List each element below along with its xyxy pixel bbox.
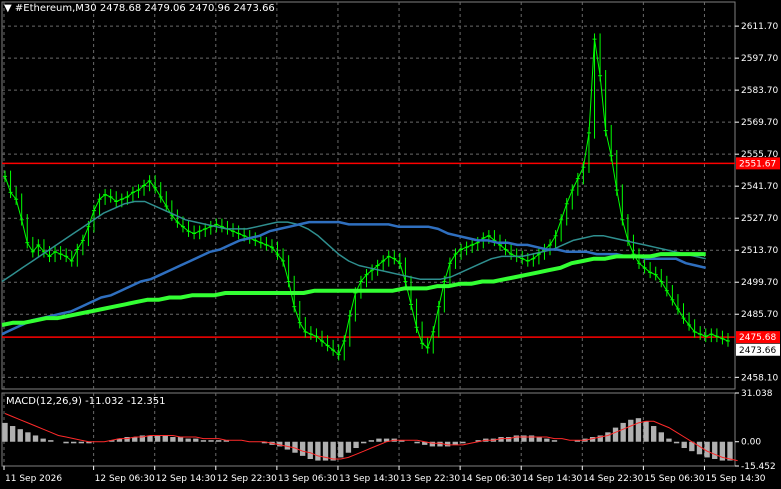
time-tick-label: 14 Sep 22:30 (583, 474, 643, 484)
ma-slow-line (1, 252, 706, 327)
ohlc-values: 2478.68 2479.06 2470.96 2473.66 (99, 3, 275, 14)
time-tick-label: 12 Sep 06:30 (95, 474, 155, 484)
time-tick-label: 13 Sep 06:30 (278, 474, 338, 484)
time-tick-label: 15 Sep 06:30 (644, 474, 704, 484)
macd-signal-line (4, 413, 738, 462)
price-tick-label: 2611.70 (741, 22, 778, 32)
moving-averages (1, 200, 706, 336)
macd-tick-label: 31.038 (741, 389, 773, 399)
time-tick-label: 11 Sep 2026 (5, 474, 62, 484)
time-tick-label: 13 Sep 22:30 (400, 474, 460, 484)
price-tick-label: 2485.70 (741, 310, 778, 320)
price-series (3, 33, 730, 361)
ma-teal-line (1, 200, 706, 283)
chart-canvas[interactable]: 2611.702597.702583.702569.702555.702541.… (0, 0, 781, 489)
symbol-title: #Ethereum,M30 (14, 3, 97, 14)
price-tick-label: 2513.70 (741, 246, 778, 256)
macd-title: MACD(12,26,9) -11.032 -12.351 (6, 396, 166, 407)
price-tick-label: 2499.70 (741, 278, 778, 288)
ma-fast-line (1, 220, 706, 336)
price-tick-label: 2527.70 (741, 214, 778, 224)
main-pane-border (1, 1, 736, 390)
resistance-price-tag: 2551.67 (739, 159, 776, 169)
macd-pane (2, 413, 738, 462)
time-tick-label: 14 Sep 06:30 (461, 474, 521, 484)
price-tick-label: 2541.70 (741, 182, 778, 192)
price-tick-label: 2569.70 (741, 118, 778, 128)
collapse-triangle-icon[interactable]: ▼ (4, 3, 12, 14)
time-tick-label: 13 Sep 14:30 (339, 474, 399, 484)
current-price-tag: 2473.66 (739, 346, 776, 356)
macd-tick-label: 0.00 (741, 438, 761, 448)
time-tick-label: 15 Sep 14:30 (705, 474, 765, 484)
price-tick-label: 2583.70 (741, 86, 778, 96)
support-price-tag: 2475.68 (739, 333, 776, 343)
price-tick-label: 2458.10 (741, 373, 778, 383)
macd-tick-label: -15.452 (741, 462, 776, 472)
chart-header: ▼ #Ethereum,M30 2478.68 2479.06 2470.96 … (4, 3, 275, 14)
time-tick-label: 12 Sep 14:30 (156, 474, 216, 484)
trading-chart-window[interactable]: 2611.70 2597.70 2583.70 2569.70 2555.70 2541.… (0, 0, 781, 489)
price-tick-label: 2597.70 (741, 54, 778, 64)
time-tick-label: 14 Sep 14:30 (522, 474, 582, 484)
time-tick-label: 12 Sep 22:30 (217, 474, 277, 484)
